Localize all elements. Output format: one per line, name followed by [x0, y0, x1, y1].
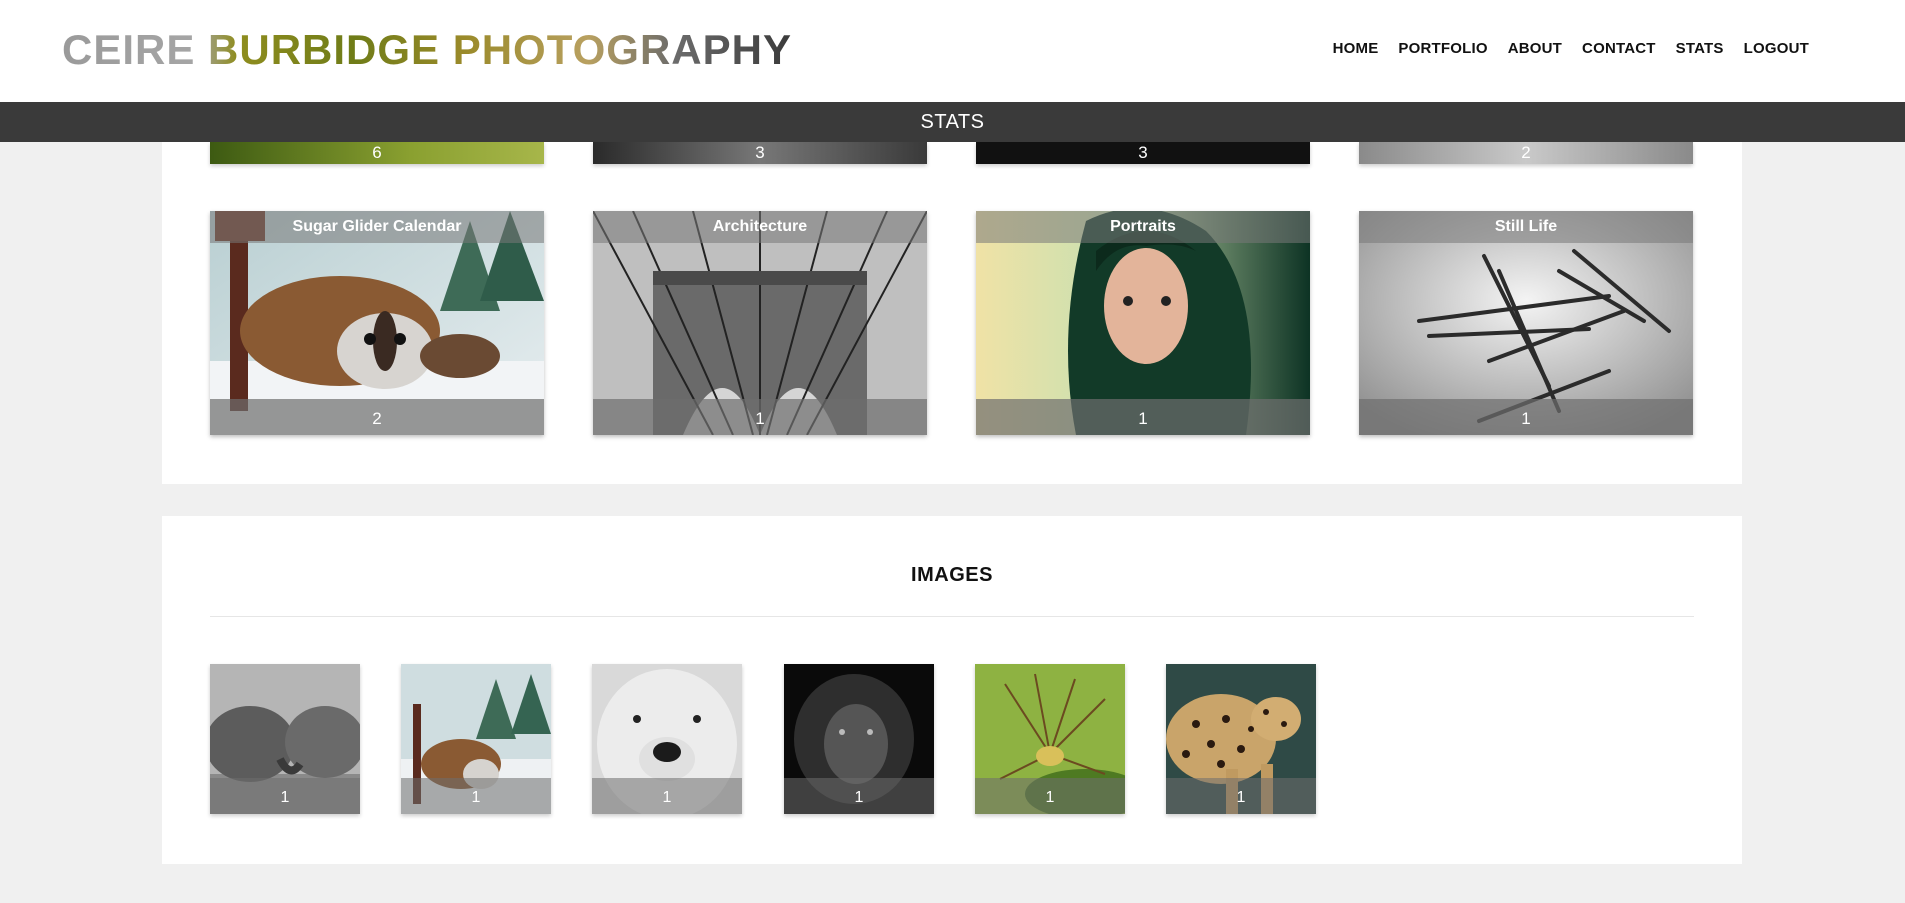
main-nav: HOME PORTFOLIO ABOUT CONTACT STATS LOGOU…	[1333, 40, 1809, 57]
divider	[210, 616, 1694, 617]
image-count: 1	[1166, 778, 1316, 814]
category-card-architecture[interactable]: Architecture 1	[593, 211, 927, 435]
category-card-partial[interactable]: 3	[976, 142, 1310, 164]
image-thumb-elephants[interactable]: 1	[210, 664, 360, 814]
image-thumb-polar-bear[interactable]: 1	[592, 664, 742, 814]
site-header: CEIRE BURBIDGE PHOTOGRAPHY HOME PORTFOLI…	[0, 0, 1905, 102]
category-count: 1	[976, 399, 1310, 435]
section-title: IMAGES	[911, 564, 993, 586]
nav-portfolio[interactable]: PORTFOLIO	[1398, 40, 1487, 57]
nav-contact[interactable]: CONTACT	[1582, 40, 1656, 57]
category-card-still-life[interactable]: Still Life 1	[1359, 211, 1693, 435]
category-count: 2	[210, 399, 544, 435]
categories-panel: 6 3 3 2 Sugar Glider Calendar 2 Architec…	[162, 102, 1742, 484]
site-logo[interactable]: CEIRE BURBIDGE PHOTOGRAPHY	[62, 26, 792, 74]
category-card-partial[interactable]: 6	[210, 142, 544, 164]
image-count: 1	[401, 778, 551, 814]
nav-logout[interactable]: LOGOUT	[1744, 40, 1809, 57]
category-count: 1	[593, 399, 927, 435]
nav-stats[interactable]: STATS	[1676, 40, 1724, 57]
category-count: 2	[1521, 143, 1531, 162]
category-card-portraits[interactable]: Portraits 1	[976, 211, 1310, 435]
image-thumb-sugar-glider[interactable]: 1	[401, 664, 551, 814]
category-count: 3	[755, 143, 765, 162]
category-card-sugar-glider[interactable]: Sugar Glider Calendar 2	[210, 211, 544, 435]
category-count: 6	[372, 143, 382, 162]
category-title: Sugar Glider Calendar	[210, 211, 544, 243]
images-panel: IMAGES 1 1 1 1 1 1	[162, 516, 1742, 864]
category-count: 3	[1138, 143, 1148, 162]
category-title: Portraits	[976, 211, 1310, 243]
image-count: 1	[784, 778, 934, 814]
image-count: 1	[975, 778, 1125, 814]
image-thumb-lion[interactable]: 1	[784, 664, 934, 814]
image-thumb-leopard[interactable]: 1	[1166, 664, 1316, 814]
category-title: Still Life	[1359, 211, 1693, 243]
category-count: 1	[1359, 399, 1693, 435]
category-card-partial[interactable]: 2	[1359, 142, 1693, 164]
page-title-bar: STATS	[0, 102, 1905, 142]
nav-about[interactable]: ABOUT	[1508, 40, 1562, 57]
image-count: 1	[210, 778, 360, 814]
image-thumb-spider[interactable]: 1	[975, 664, 1125, 814]
category-title: Architecture	[593, 211, 927, 243]
nav-home[interactable]: HOME	[1333, 40, 1379, 57]
image-count: 1	[592, 778, 742, 814]
category-card-partial[interactable]: 3	[593, 142, 927, 164]
